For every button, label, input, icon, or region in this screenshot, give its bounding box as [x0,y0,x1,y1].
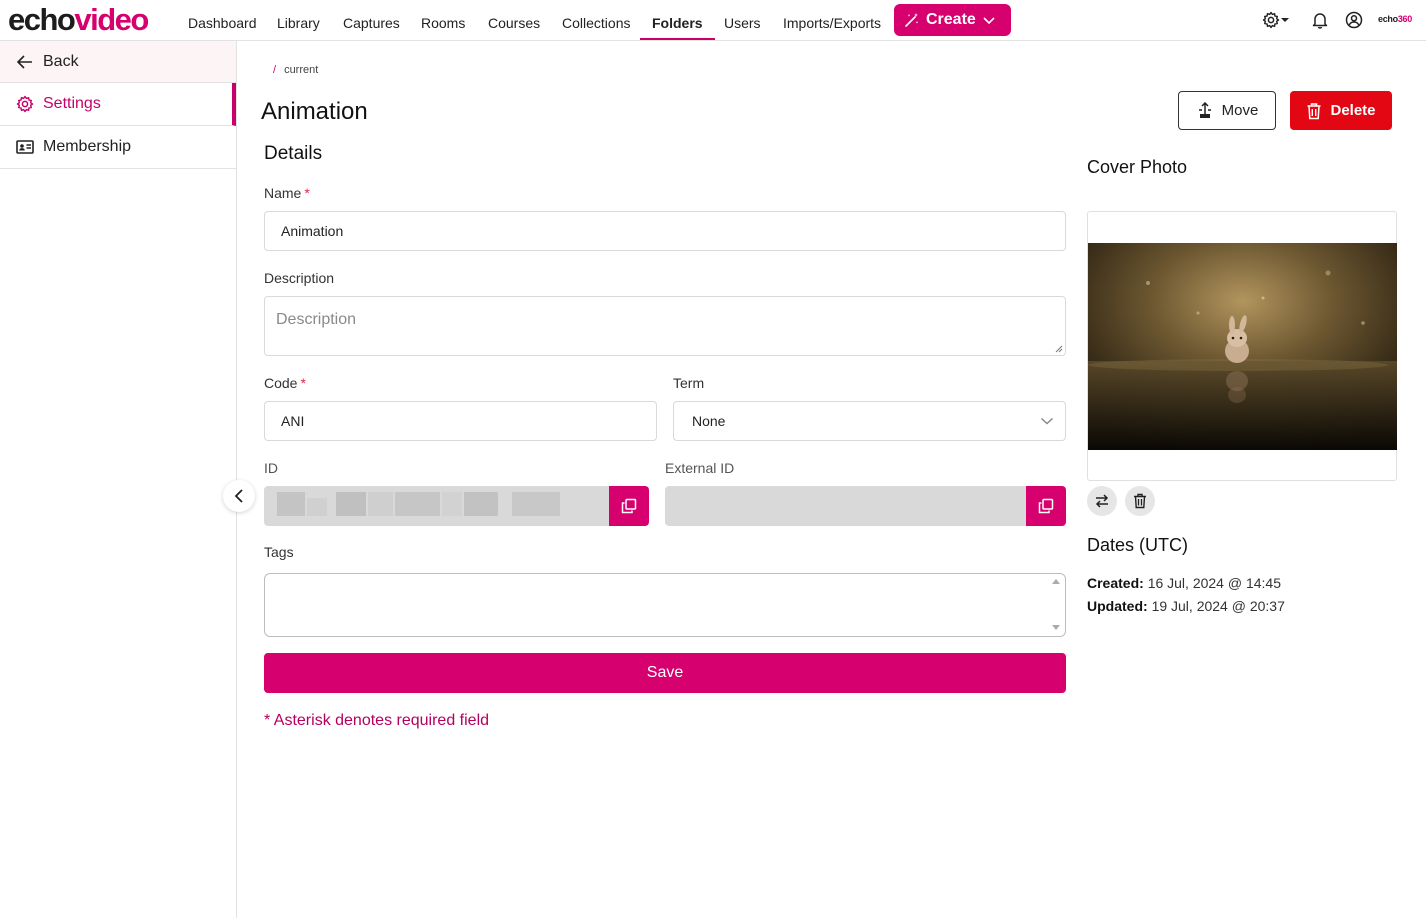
required-mark: * [304,185,310,201]
copy-icon [1038,498,1054,514]
caret-down-icon [1281,18,1289,22]
name-label: Name * [264,185,310,201]
updated-date: Updated: 19 Jul, 2024 @ 20:37 [1087,598,1285,614]
copy-id-button[interactable] [609,486,649,526]
resize-handle-icon [1055,345,1063,353]
description-textarea[interactable]: Description [264,296,1066,356]
nav-collections[interactable]: Collections [562,0,630,40]
sidebar-item-label: Membership [43,138,132,155]
echovideo-logo[interactable]: echovideo [8,2,149,37]
updated-label: Updated: [1087,598,1148,614]
required-mark: * [300,375,306,391]
collapse-sidebar-button[interactable] [223,480,255,512]
trash-icon [1307,102,1321,119]
sidebar-item-label: Settings [43,95,101,112]
remove-cover-photo-button[interactable] [1125,486,1155,516]
tags-input[interactable] [264,573,1066,637]
settings-menu[interactable] [1262,8,1290,32]
nav-courses[interactable]: Courses [488,0,540,40]
arrow-left-icon [16,54,32,69]
nav-dashboard[interactable]: Dashboard [188,0,257,40]
replace-cover-photo-button[interactable] [1087,486,1117,516]
delete-button-label: Delete [1330,102,1376,119]
gear-icon [1262,11,1280,29]
scroll-down-arrow-icon[interactable] [1052,625,1060,630]
breadcrumb-separator: / [273,64,277,76]
cover-photo-frame [1087,211,1397,481]
sidebar-item-back[interactable]: Back [0,41,236,83]
updated-value: 19 Jul, 2024 @ 20:37 [1151,598,1285,614]
id-label: ID [264,460,278,476]
delete-button[interactable]: Delete [1290,91,1392,130]
echo360-logo-part2: 360 [1397,14,1412,24]
code-input[interactable]: ANI [264,401,657,441]
user-circle-icon [1345,11,1363,29]
sidebar-item-label: Back [43,52,79,70]
nav-folders[interactable]: Folders [640,0,715,40]
term-select[interactable]: None [673,401,1066,441]
scroll-up-arrow-icon[interactable] [1052,579,1060,584]
term-label: Term [673,375,705,391]
sidebar: Back Settings Membership [0,41,237,918]
dates-heading: Dates (UTC) [1087,535,1189,555]
copy-external-id-button[interactable] [1026,486,1066,526]
logo-part-echo: echo [8,2,76,37]
user-account-button[interactable] [1345,8,1363,32]
code-label-text: Code [264,375,298,391]
sidebar-item-membership[interactable]: Membership [0,126,236,169]
name-label-text: Name [264,185,302,201]
code-label: Code * [264,375,306,391]
top-navigation: echovideo Dashboard Library Captures Roo… [0,0,1426,41]
id-card-icon [16,140,34,154]
logo-part-video: video [74,2,149,37]
copy-icon [621,498,637,514]
required-field-note: * Asterisk denotes required field [264,712,490,729]
tags-label: Tags [264,544,294,560]
term-selected-value: None [692,413,726,429]
swap-icon [1095,494,1109,508]
created-label: Created: [1087,575,1144,591]
breadcrumb-current: current [284,64,319,76]
save-button[interactable]: Save [264,653,1066,693]
description-label: Description [264,270,335,286]
external-id-field [665,486,1027,526]
cover-photo-image [1088,243,1397,450]
nav-rooms[interactable]: Rooms [421,0,465,40]
move-button-label: Move [1221,102,1259,119]
magic-wand-icon [905,13,919,27]
sidebar-item-settings[interactable]: Settings [0,83,236,126]
breadcrumb: / current [273,64,318,76]
move-icon [1198,101,1211,118]
chevron-down-icon [983,17,995,25]
trash-icon [1134,493,1146,509]
nav-users[interactable]: Users [724,0,761,40]
nav-captures[interactable]: Captures [343,0,400,40]
page-title: Animation [261,98,368,125]
nav-imports-exports[interactable]: Imports/Exports [783,0,881,40]
created-date: Created: 16 Jul, 2024 @ 14:45 [1087,575,1281,591]
nav-library[interactable]: Library [277,0,320,40]
echo360-logo: echo360 [1378,14,1412,24]
gear-icon [16,95,34,113]
notifications-button[interactable] [1312,8,1328,32]
name-input[interactable]: Animation [264,211,1066,251]
chevron-down-icon [1040,417,1054,425]
echo360-logo-part1: echo [1378,14,1398,24]
chevron-left-icon [234,489,243,503]
description-placeholder: Description [276,311,357,328]
create-button-label: Create [926,11,976,28]
move-button[interactable]: Move [1178,91,1276,130]
cover-photo-heading: Cover Photo [1087,157,1188,177]
details-heading: Details [264,143,323,164]
external-id-label: External ID [665,460,735,476]
created-value: 16 Jul, 2024 @ 14:45 [1147,575,1281,591]
bell-icon [1312,13,1328,29]
create-button[interactable]: Create [894,4,1011,36]
